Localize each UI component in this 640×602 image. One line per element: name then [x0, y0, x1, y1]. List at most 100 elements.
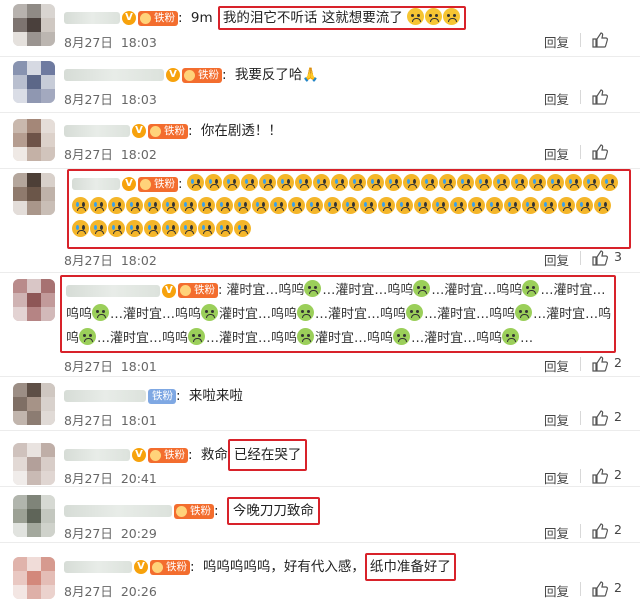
fan-badge: 铁粉 [148, 123, 188, 139]
reply-button[interactable]: 回复 [544, 32, 569, 51]
username[interactable] [64, 12, 120, 24]
comment-timestamp: 8月27日 20:26 [64, 584, 157, 599]
crying-emoji-icon [258, 174, 276, 191]
crying-emoji-icon [432, 197, 449, 214]
verified-badge: V [134, 560, 148, 574]
username[interactable] [66, 284, 160, 297]
comment-timestamp: 8月27日 18:02 [64, 147, 157, 162]
crying-emoji-icon [72, 220, 89, 237]
crying-emoji-icon [474, 174, 492, 191]
crying-emoji-icon [486, 197, 503, 214]
crying-emoji-icon [108, 197, 125, 214]
username[interactable] [64, 69, 164, 81]
comment-timestamp: 8月27日 18:03 [64, 92, 157, 107]
sad-emoji-icon [443, 8, 460, 25]
verified-badge: V [166, 68, 180, 82]
reply-button[interactable]: 回复 [544, 89, 569, 108]
thumbs-up-icon[interactable] [592, 581, 608, 597]
sob-emoji-icon [393, 328, 411, 345]
username[interactable] [64, 505, 172, 517]
crying-emoji-icon [270, 197, 287, 214]
repeat-comment-body: V 铁粉: 灌时宜…呜呜 …灌时宜…呜呜 …灌时宜…呜呜 …灌时宜…呜呜 …灌时宜…呜呜 灌时… [66, 279, 614, 351]
crying-emoji-icon [396, 197, 413, 214]
avatar[interactable] [13, 173, 55, 215]
comment-text: …灌时宜…呜呜 [424, 307, 516, 322]
username[interactable] [64, 125, 130, 137]
comment-prefix: 救命 [200, 447, 228, 463]
avatar[interactable] [13, 61, 55, 103]
reply-button[interactable]: 回复 [544, 410, 569, 429]
crying-emoji-icon [492, 174, 510, 191]
sob-emoji-icon [297, 304, 315, 321]
reply-button[interactable]: 回复 [544, 523, 569, 542]
comment-timestamp: 8月27日 20:29 [64, 526, 157, 541]
thumbs-up-icon[interactable] [592, 468, 608, 484]
comment-timestamp: 8月27日 18:02 [64, 253, 157, 268]
comment-text: …灌时宜…呜呜 [110, 307, 202, 322]
avatar[interactable] [13, 495, 55, 537]
reply-button[interactable]: 回复 [544, 250, 569, 269]
username[interactable] [64, 449, 130, 461]
avatar[interactable] [13, 119, 55, 161]
crying-emoji-icon [540, 197, 557, 214]
sob-emoji-icon [502, 328, 520, 345]
comment-prefix: 呜呜呜呜呜，好有代入感， [202, 559, 365, 575]
divider [580, 33, 581, 47]
sad-emoji-icon [407, 8, 424, 25]
comment-text: 灌时宜…呜呜 [315, 331, 394, 346]
avatar[interactable] [13, 279, 55, 321]
avatar[interactable] [13, 557, 55, 599]
reply-button[interactable]: 回复 [544, 468, 569, 487]
thumbs-up-icon[interactable] [592, 356, 608, 372]
like-count: 2 [614, 355, 622, 370]
fan-badge: 铁粉 [182, 67, 222, 83]
crying-emoji-icon [330, 174, 348, 191]
verified-badge: V [162, 283, 176, 298]
comment-text: 来啦来啦 [188, 388, 243, 404]
crying-emoji-icon [294, 174, 312, 191]
comment-text: …灌时宜…呜呜 [431, 283, 523, 298]
thumbs-up-icon[interactable] [592, 32, 608, 48]
avatar[interactable] [13, 4, 55, 46]
crying-emoji-icon [468, 197, 485, 214]
like-count: 2 [614, 409, 622, 424]
like-count: 2 [614, 522, 622, 537]
avatar[interactable] [13, 443, 55, 485]
avatar[interactable] [13, 383, 55, 425]
thumbs-up-icon[interactable] [592, 89, 608, 105]
crying-emoji-icon [180, 220, 197, 237]
thumbs-up-icon[interactable] [592, 250, 608, 266]
crying-emoji-icon [180, 197, 197, 214]
fan-badge: 铁粉 [174, 503, 214, 519]
crying-emoji-icon [594, 197, 611, 214]
reply-button[interactable]: 回复 [544, 144, 569, 163]
fan-badge: 铁粉 [148, 447, 188, 463]
highlighted-comment-text: 已经在哭了 [227, 439, 308, 471]
username[interactable] [64, 390, 146, 402]
crying-emoji-icon [420, 174, 438, 191]
crying-emoji-icon [384, 174, 402, 191]
reply-button[interactable]: 回复 [544, 356, 569, 375]
comment-text: …灌时宜…呜呜 [322, 283, 414, 298]
crying-emoji-icon [108, 220, 125, 237]
sob-emoji-icon [515, 304, 533, 321]
fan-badge: 铁粉 [150, 559, 190, 575]
thumbs-up-icon[interactable] [592, 523, 608, 539]
comment-text: 我要反了哈🙏 [234, 67, 320, 83]
crying-emoji-icon [522, 197, 539, 214]
thumbs-up-icon[interactable] [592, 410, 608, 426]
reply-button[interactable]: 回复 [544, 581, 569, 600]
comment-item: 铁粉: 今晚刀刀致命 8月27日 20:29 回复 2 [0, 487, 640, 543]
divider [580, 524, 581, 538]
thumbs-up-icon[interactable] [592, 144, 608, 160]
username[interactable] [72, 178, 120, 190]
crying-emoji-icon [342, 197, 359, 214]
comment-feed: V 铁粉: 9m 我的泪它不听话 这就想要流了 8月27日 18:03 回复 V铁… [0, 0, 640, 602]
verified-badge: V [122, 11, 136, 25]
highlighted-comment-text: 我的泪它不听话 这就想要流了 [217, 6, 466, 30]
fan-badge: 铁粉 [178, 283, 218, 298]
divider [580, 145, 581, 159]
verified-badge: V [122, 177, 136, 191]
username[interactable] [64, 561, 132, 573]
comment-text: …灌时宜…呜呜 [411, 331, 503, 346]
